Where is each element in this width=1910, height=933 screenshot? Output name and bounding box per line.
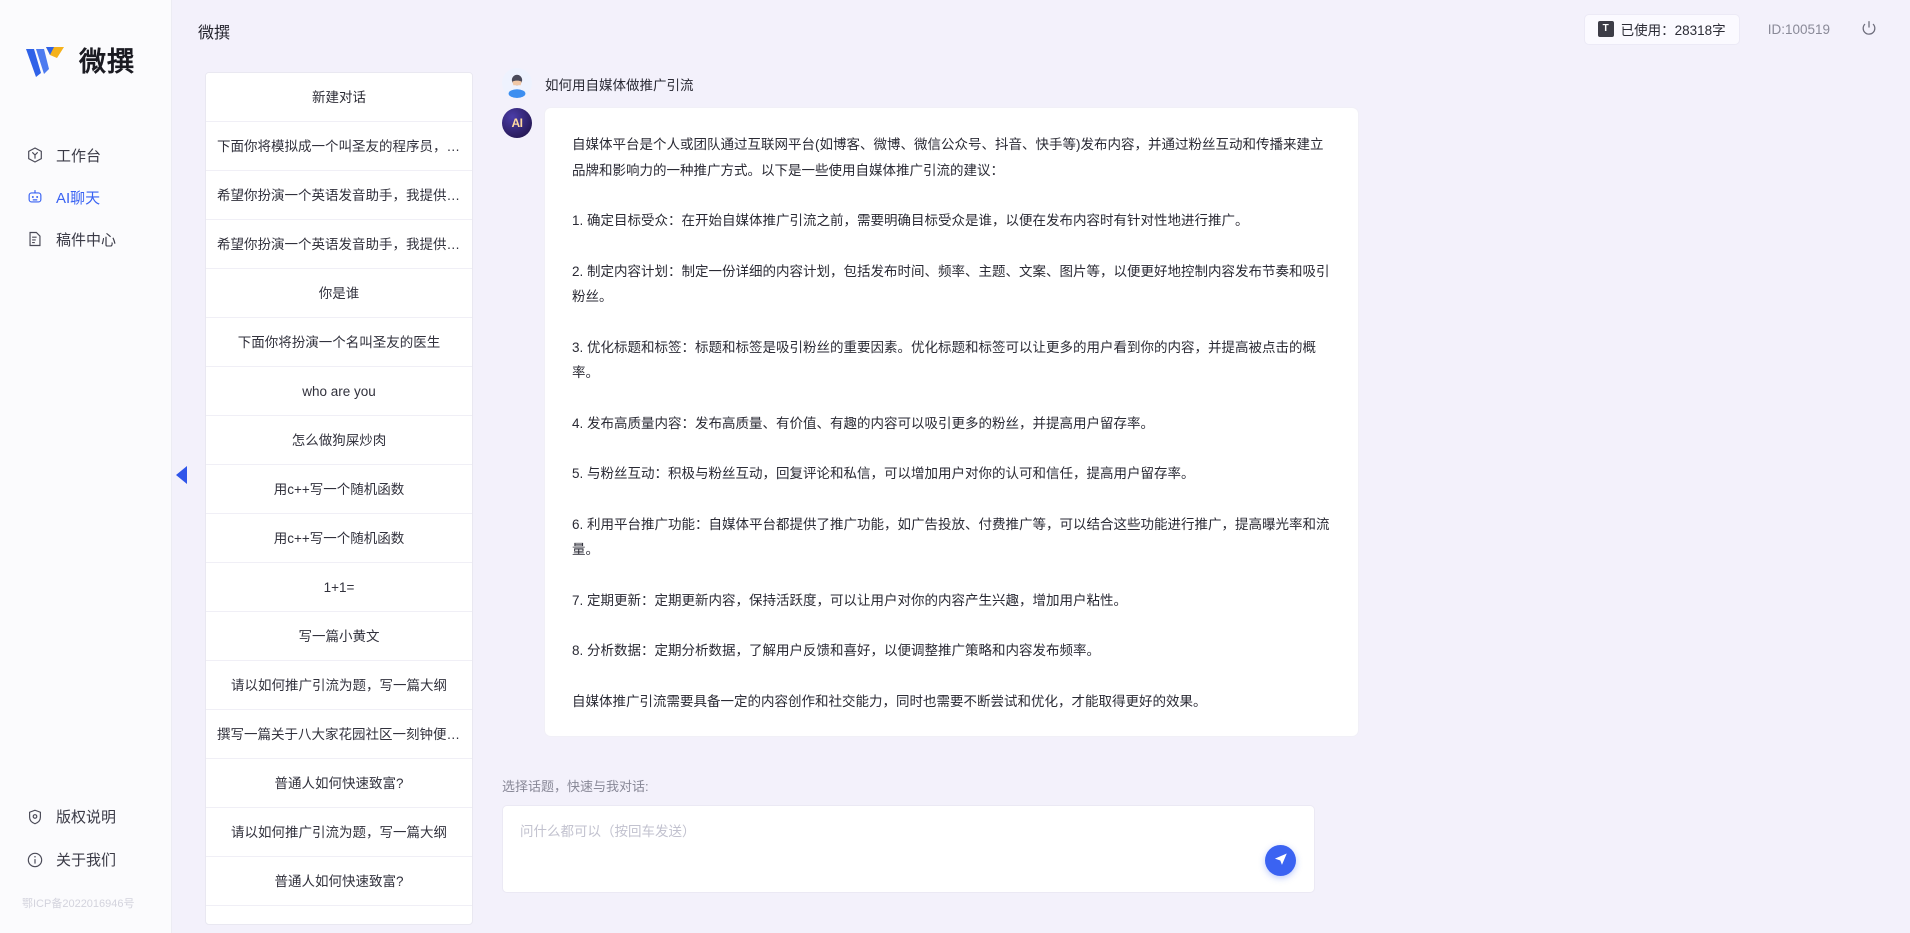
ai-paragraph: 8. 分析数据：定期分析数据，了解用户反馈和喜好，以便调整推广策略和内容发布频率… xyxy=(572,643,1101,658)
conversation-item[interactable]: 撰写一篇关于八大家花园社区一刻钟便民生... xyxy=(206,710,472,759)
ai-paragraph: 4. 发布高质量内容：发布高质量、有价值、有趣的内容可以吸引更多的粉丝，并提高用… xyxy=(572,415,1155,431)
ai-paragraph: 1. 确定目标受众：在开始自媒体推广引流之前，需要明确目标受众是谁，以便在发布内… xyxy=(572,213,1249,228)
icp-filing-text: 鄂ICP备2022016946号 xyxy=(22,898,135,910)
sidebar-item-copyright[interactable]: 版权说明 xyxy=(0,795,171,838)
info-icon xyxy=(25,850,44,869)
conversation-panel: 新建对话 下面你将模拟成一个叫圣友的程序员，我说... 希望你扮演一个英语发音助手… xyxy=(205,72,473,925)
user-avatar-icon xyxy=(502,68,532,98)
top-bar-right: T 已使用：28318字 ID:100519 xyxy=(1583,13,1880,45)
nav-bottom-items: 版权说明 关于我们 鄂ICP备2022016946号 xyxy=(0,795,171,933)
ai-avatar: AI xyxy=(502,108,532,138)
brand: 微撰 xyxy=(0,0,171,92)
account-id: ID:100519 xyxy=(1767,21,1830,37)
power-icon[interactable] xyxy=(1858,18,1880,40)
conversation-item[interactable]: 写一篇小黄文 xyxy=(206,612,472,661)
conversation-item[interactable]: 请以如何推广引流为题，写一篇大纲 xyxy=(206,808,472,857)
robot-icon xyxy=(25,188,44,207)
sidebar-item-about-us[interactable]: 关于我们 xyxy=(0,838,171,881)
send-paper-plane-icon xyxy=(1273,851,1289,870)
conversation-item[interactable]: 你是谁 xyxy=(206,269,472,318)
sidebar-item-label: 版权说明 xyxy=(56,809,117,826)
ai-paragraph: 3. 优化标题和标签：标题和标签是吸引粉丝的重要因素。优化标题和标签可以让更多的… xyxy=(572,339,1317,381)
conversation-item[interactable]: who are you xyxy=(206,367,472,416)
brand-name: 微撰 xyxy=(79,47,135,77)
composer-label: 选择话题，快速与我对话: xyxy=(502,779,649,794)
chat-input[interactable] xyxy=(503,806,1314,892)
ai-message-row: AI 自媒体平台是个人或团队通过互联网平台(如博客、微博、微信公众号、抖音、快手… xyxy=(502,108,1880,736)
conversation-item[interactable]: 1+1= xyxy=(206,563,472,612)
conversation-item[interactable]: 用c++写一个随机函数 xyxy=(206,465,472,514)
document-edit-icon xyxy=(25,230,44,249)
left-nav-rail: 微撰 工作台 AI聊天 稿件中心 版权说明 关于我们 鄂ICP备20220169… xyxy=(0,0,172,933)
sidebar-item-ai-chat[interactable]: AI聊天 xyxy=(0,176,171,218)
send-button[interactable] xyxy=(1265,845,1296,876)
ai-paragraph: 2. 制定内容计划：制定一份详细的内容计划，包括发布时间、频率、主题、文案、图片… xyxy=(572,263,1330,305)
conversation-item[interactable]: 下面你将扮演一个名叫圣友的医生 xyxy=(206,318,472,367)
usage-badge-pill[interactable]: T 已使用：28318字 xyxy=(1583,13,1740,45)
ai-paragraph: 5. 与粉丝互动：积极与粉丝互动，回复评论和私信，可以增加用户对你的认可和信任，… xyxy=(572,466,1195,481)
token-icon: T xyxy=(1597,21,1614,37)
ai-paragraph: 6. 利用平台推广功能：自媒体平台都提供了推广功能，如广告投放、付费推广等，可以… xyxy=(572,516,1330,558)
ai-paragraph: 自媒体推广引流需要具备一定的内容创作和社交能力，同时也需要不断尝试和优化，才能取… xyxy=(572,693,1207,709)
app-root: 微撰 工作台 AI聊天 稿件中心 版权说明 关于我们 鄂ICP备20220169… xyxy=(0,0,1910,933)
shield-icon xyxy=(25,807,44,826)
conversation-item[interactable]: 普通人如何快速致富? xyxy=(206,857,472,906)
workbench-icon xyxy=(25,146,44,165)
main-area: 微撰 T 已使用：28318字 ID:100519 如何用自媒体做推广引流 AI… xyxy=(198,0,1910,933)
chat-scroll-region[interactable]: 如何用自媒体做推广引流 AI 自媒体平台是个人或团队通过互联网平台(如博客、微博… xyxy=(472,58,1910,776)
new-conversation-button[interactable]: 新建对话 xyxy=(206,73,472,122)
sidebar-item-label: 关于我们 xyxy=(56,852,117,869)
conversation-item[interactable]: 希望你扮演一个英语发音助手，我提供给你... xyxy=(206,171,472,220)
user-message-text: 如何用自媒体做推广引流 xyxy=(545,78,694,93)
ai-paragraph: 自媒体平台是个人或团队通过互联网平台(如博客、微博、微信公众号、抖音、快手等)发… xyxy=(572,137,1324,178)
w-logo-icon xyxy=(24,43,70,83)
composer-box xyxy=(502,805,1315,893)
conversation-item[interactable]: 怎么做狗屎炒肉 xyxy=(206,416,472,465)
conversation-list-column: 新建对话 下面你将模拟成一个叫圣友的程序员，我说... 希望你扮演一个英语发音助手… xyxy=(172,0,473,933)
sidebar-item-workbench[interactable]: 工作台 xyxy=(0,134,171,176)
conversation-item[interactable]: 请以如何推广引流为题，写一篇大纲 xyxy=(206,661,472,710)
user-message-row: 如何用自媒体做推广引流 xyxy=(502,68,1880,98)
sidebar-item-label: 稿件中心 xyxy=(56,231,117,249)
ai-paragraph: 7. 定期更新：定期更新内容，保持活跃度，可以让用户对你的内容产生兴趣，增加用户… xyxy=(572,592,1128,608)
conversation-scroll[interactable]: 新建对话 下面你将模拟成一个叫圣友的程序员，我说... 希望你扮演一个英语发音助手… xyxy=(206,73,472,924)
usage-label: 已使用：28318字 xyxy=(1620,23,1726,38)
collapse-triangle xyxy=(175,466,187,484)
sidebar-item-label: AI聊天 xyxy=(56,189,101,207)
sidebar-item-label: 工作台 xyxy=(56,147,102,165)
conversation-item[interactable]: 用c++写一个随机函数 xyxy=(206,514,472,563)
nav-items: 工作台 AI聊天 稿件中心 xyxy=(0,134,171,260)
conversation-item[interactable]: 希望你扮演一个英语发音助手，我提供给你... xyxy=(206,220,472,269)
sidebar-item-manuscript-center[interactable]: 稿件中心 xyxy=(0,218,171,260)
page-title: 微撰 xyxy=(198,25,231,42)
chevron-left-icon[interactable] xyxy=(172,460,190,490)
conversation-item[interactable]: 普通人如何快速致富? xyxy=(206,759,472,808)
ai-message-bubble: 自媒体平台是个人或团队通过互联网平台(如博客、微博、微信公众号、抖音、快手等)发… xyxy=(545,108,1358,736)
conversation-item[interactable]: 下面你将模拟成一个叫圣友的程序员，我说... xyxy=(206,122,472,171)
top-bar: 微撰 T 已使用：28318字 ID:100519 xyxy=(198,0,1910,58)
composer: 选择话题，快速与我对话: xyxy=(472,776,1910,933)
